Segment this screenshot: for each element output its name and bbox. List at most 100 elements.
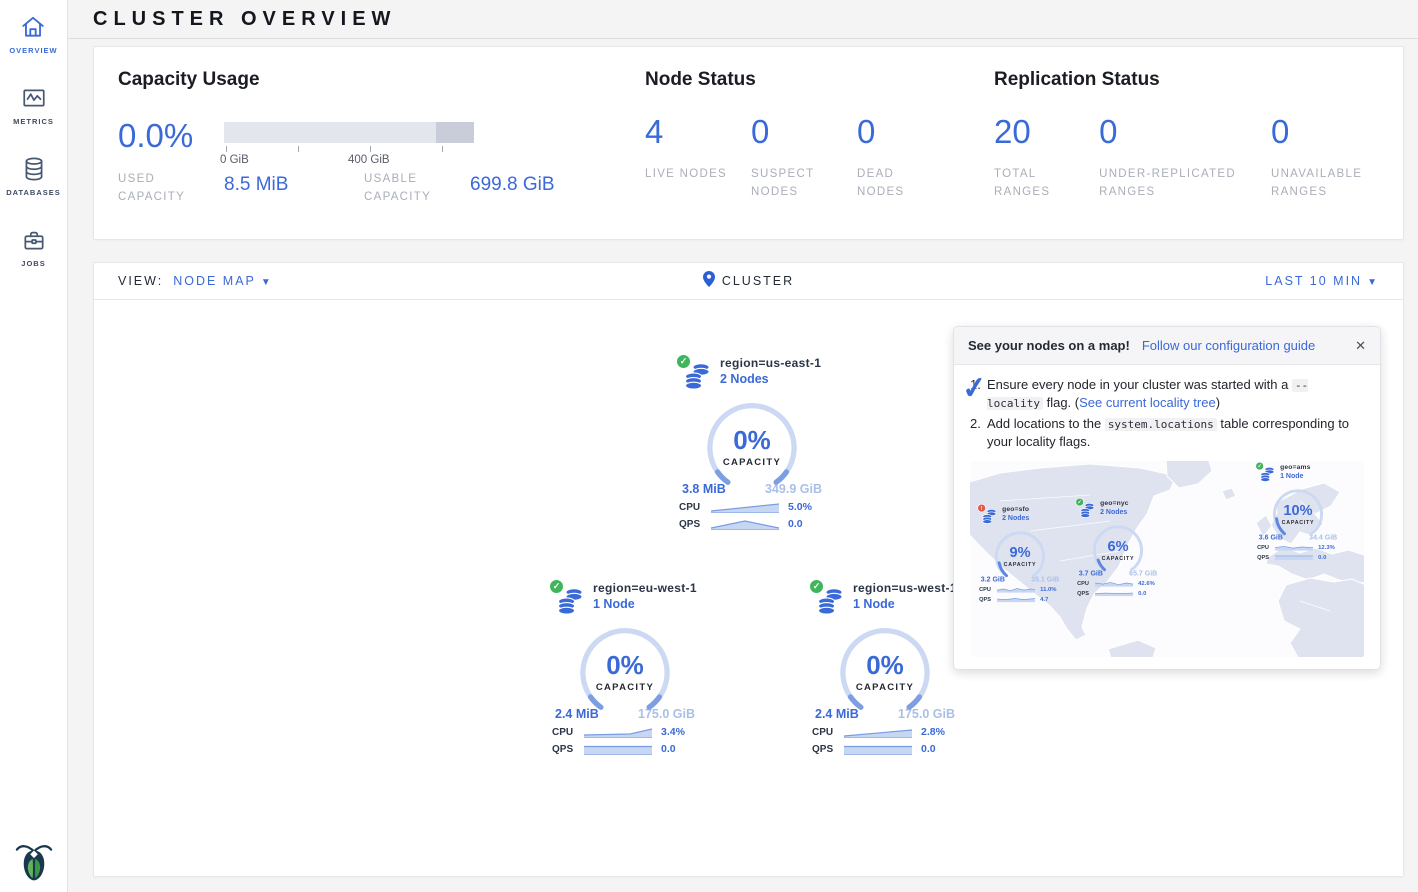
healthy-check-icon: ✓ [1075, 498, 1083, 506]
app-root: OVERVIEW METRICS DATABASES [0, 0, 1418, 892]
sidebar-item-label: OVERVIEW [9, 46, 57, 55]
sidebar-item-label: DATABASES [6, 188, 61, 197]
section-title: Replication Status [994, 69, 1379, 91]
demo-locality-ams: ✓ [1256, 463, 1340, 560]
locality-card-us-east-1[interactable]: ✓ region=us-east-1 2 Nod [677, 356, 827, 530]
cpu-label: CPU [679, 502, 711, 513]
section-title: Node Status [645, 69, 994, 91]
locality-node-count[interactable]: 1 Node [853, 597, 957, 611]
capacity-bar-segment [436, 122, 474, 143]
locality-name: region=us-east-1 [720, 356, 821, 370]
qps-sparkline [844, 744, 912, 755]
capacity-gauge: 6% CAPACITY [1091, 523, 1145, 571]
live-nodes-stat: 4 LIVE NODES [645, 115, 751, 202]
replication-status-section: Replication Status 20 TOTAL RANGES 0 UND… [994, 69, 1379, 217]
cpu-sparkline [711, 502, 779, 513]
map-pin-icon [703, 271, 715, 292]
configuration-guide-link[interactable]: Follow our configuration guide [1142, 338, 1315, 353]
node-status-section: Node Status 4 LIVE NODES 0 SUSPECT NODES… [645, 69, 994, 217]
popup-body: ✓ 1. Ensure every node in your cluster w… [954, 365, 1380, 669]
cluster-summary-card: Capacity Usage 0.0% 0 GiB 400 GiB [93, 46, 1404, 240]
qps-sparkline [711, 519, 779, 530]
locality-node-count[interactable]: 1 Node [593, 597, 697, 611]
view-mode-dropdown[interactable]: NODE MAP▼ [173, 274, 273, 288]
capacity-gauge: 0% CAPACITY [704, 400, 800, 486]
capacity-axis-tick: 0 GiB [220, 154, 249, 166]
node-map-setup-popup: See your nodes on a map! Follow our conf… [953, 326, 1381, 670]
qps-value: 0.0 [788, 518, 803, 530]
cpu-value: 3.4% [661, 726, 685, 738]
capacity-usage-section: Capacity Usage 0.0% 0 GiB 400 GiB [118, 69, 645, 217]
time-range-dropdown[interactable]: LAST 10 MIN▼ [1265, 274, 1379, 288]
capacity-bar: 0 GiB 400 GiB [224, 122, 474, 152]
qps-value: 0.0 [921, 743, 936, 755]
popup-title: See your nodes on a map! [968, 338, 1130, 353]
usable-capacity-label: USABLE CAPACITY [364, 171, 470, 207]
section-title: Capacity Usage [118, 69, 645, 91]
node-map-card: VIEW: NODE MAP▼ CLUSTER [93, 262, 1404, 877]
close-icon[interactable]: ✕ [1355, 338, 1366, 354]
setup-step-2: 2. Add locations to the system.locations… [970, 415, 1364, 452]
page-title: CLUSTER OVERVIEW [93, 8, 1393, 31]
jobs-icon [21, 227, 47, 253]
setup-step-1: 1. Ensure every node in your cluster was… [970, 376, 1364, 413]
qps-value: 0.0 [661, 743, 676, 755]
node-map-canvas: ✓ region=us-east-1 2 Nod [94, 300, 1403, 876]
locality-card-us-west-1[interactable]: ✓ region=us-west-1 1 Nod [810, 581, 960, 755]
locality-name: region=eu-west-1 [593, 581, 697, 595]
locality-name: region=us-west-1 [853, 581, 957, 595]
cockroachdb-logo-icon [15, 839, 53, 886]
locality-node-count: 2 Nodes [1002, 514, 1029, 522]
qps-label: QPS [679, 519, 711, 530]
locality-name: geo=ams [1280, 463, 1311, 471]
warning-icon: ! [977, 504, 985, 512]
sidebar-item-databases[interactable]: DATABASES [6, 156, 61, 197]
used-capacity-value: 8.5 MiB [224, 174, 364, 207]
chevron-down-icon: ▼ [1367, 277, 1379, 288]
database-icon [21, 156, 47, 182]
demo-locality-nyc: ✓ [1076, 499, 1160, 596]
healthy-check-icon: ✓ [549, 579, 564, 594]
cpu-sparkline [584, 727, 652, 738]
code-chip: system.locations [1105, 418, 1217, 431]
sidebar-item-overview[interactable]: OVERVIEW [9, 14, 57, 55]
sidebar-item-label: JOBS [21, 259, 47, 268]
dead-nodes-stat: 0 DEAD NODES [857, 115, 963, 202]
unavailable-ranges-stat: 0 UNAVAILABLE RANGES [1271, 115, 1379, 202]
sidebar-item-label: METRICS [13, 117, 54, 126]
locality-card-eu-west-1[interactable]: ✓ region=eu-west-1 1 Nod [550, 581, 700, 755]
sidebar-item-metrics[interactable]: METRICS [13, 85, 54, 126]
capacity-gauge: 10% CAPACITY [1271, 487, 1325, 535]
capacity-percent: 0% [577, 650, 673, 681]
locality-name: geo=nyc [1100, 499, 1129, 507]
locality-node-count[interactable]: 2 Nodes [720, 372, 821, 386]
breadcrumb[interactable]: CLUSTER [703, 271, 794, 292]
cpu-value: 2.8% [921, 726, 945, 738]
breadcrumb-label: CLUSTER [722, 274, 794, 288]
locality-tree-link[interactable]: See current locality tree [1079, 395, 1216, 410]
qps-label: QPS [812, 744, 844, 755]
page-header: CLUSTER OVERVIEW [68, 0, 1418, 39]
under-replicated-ranges-stat: 0 UNDER-REPLICATED RANGES [1099, 115, 1271, 202]
view-bar: VIEW: NODE MAP▼ CLUSTER [94, 263, 1403, 300]
locality-node-count: 1 Node [1280, 472, 1311, 480]
suspect-nodes-stat: 0 SUSPECT NODES [751, 115, 857, 202]
healthy-check-icon: ✓ [676, 354, 691, 369]
capacity-percent: 0% [704, 425, 800, 456]
healthy-check-icon: ✓ [809, 579, 824, 594]
example-node-map-image: ! [970, 461, 1364, 657]
page-content: Capacity Usage 0.0% 0 GiB 400 GiB [68, 39, 1418, 891]
capacity-axis-tick: 400 GiB [348, 154, 390, 166]
view-label: VIEW: [118, 274, 163, 288]
demo-locality-sfo: ! [978, 505, 1062, 602]
sidebar-item-jobs[interactable]: JOBS [21, 227, 47, 268]
healthy-check-icon: ✓ [1255, 462, 1263, 470]
sidebar: OVERVIEW METRICS DATABASES [0, 0, 68, 892]
total-ranges-stat: 20 TOTAL RANGES [994, 115, 1099, 202]
locality-name: geo=sfo [1002, 505, 1029, 513]
capacity-label: CAPACITY [837, 682, 933, 693]
capacity-label: CAPACITY [577, 682, 673, 693]
cpu-value: 5.0% [788, 501, 812, 513]
qps-sparkline [584, 744, 652, 755]
home-icon [20, 14, 46, 40]
